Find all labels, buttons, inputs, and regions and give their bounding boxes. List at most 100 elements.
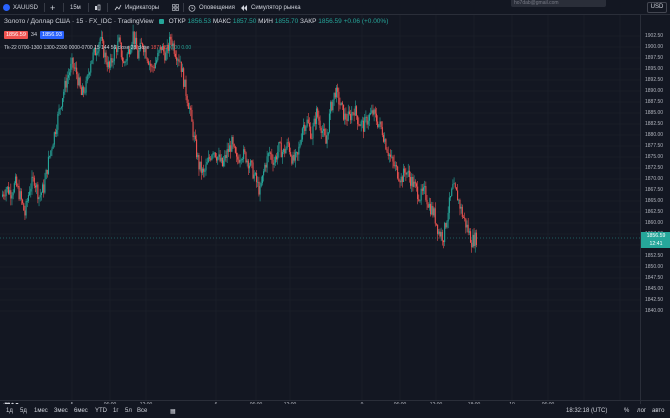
indicators-button[interactable]: Индикаторы — [114, 0, 159, 15]
candle-body — [165, 52, 167, 61]
candle-body — [324, 128, 326, 136]
quote-box: 1856.59 34 1856.93 — [4, 31, 64, 39]
layout-button[interactable] — [172, 0, 179, 15]
candle-body — [345, 113, 347, 120]
candle-body — [462, 216, 465, 218]
alerts-button[interactable]: Оповещения — [188, 0, 235, 15]
candle-body — [391, 156, 393, 158]
log-toggle[interactable]: лог — [637, 408, 646, 414]
candle-body — [382, 135, 385, 142]
candle-body — [104, 52, 106, 58]
range-button-6мес[interactable]: 6мес — [74, 408, 88, 414]
candle-body — [315, 108, 318, 125]
currency-button[interactable]: USD — [647, 2, 667, 13]
range-button-5д[interactable]: 5д — [20, 408, 27, 414]
candle-body — [101, 37, 104, 41]
candle-body — [233, 144, 235, 147]
candle-body — [310, 126, 312, 139]
range-button-Все[interactable]: Все — [137, 408, 147, 414]
candle-body — [105, 52, 107, 63]
candle-body — [183, 68, 185, 87]
sell-button[interactable]: 1856.59 — [4, 31, 28, 39]
candle-body — [359, 125, 361, 127]
percent-toggle[interactable]: % — [624, 408, 629, 414]
candle-body — [80, 87, 82, 96]
candle-body — [444, 223, 446, 243]
bar-countdown: 12:41 — [649, 241, 663, 247]
candle-body — [350, 113, 352, 121]
candle-body — [53, 132, 55, 145]
price-tick-label: 1900.00 — [645, 44, 664, 50]
candle-body — [387, 152, 389, 156]
gold-symbol-icon — [3, 4, 10, 11]
candle-body — [181, 68, 184, 72]
buy-button[interactable]: 1856.93 — [40, 31, 64, 39]
candle-body — [405, 172, 407, 175]
candle-body — [187, 102, 189, 109]
range-button-YTD[interactable]: YTD — [95, 408, 107, 414]
candle-body — [208, 157, 211, 159]
candle-body — [63, 91, 65, 99]
candle-body — [83, 86, 85, 93]
range-button-1мес[interactable]: 1мес — [34, 408, 48, 414]
candle-body — [62, 98, 64, 107]
open-label: ОТКР — [168, 18, 186, 25]
candle-body — [464, 217, 466, 219]
candle-body — [468, 231, 470, 233]
candle-body — [458, 199, 460, 201]
candle-body — [341, 102, 343, 105]
candlestick-chart[interactable] — [0, 15, 640, 400]
candle-body — [92, 52, 94, 61]
price-tick-label: 1850.00 — [645, 264, 664, 270]
candle-body — [124, 61, 126, 63]
price-tick-label: 1865.00 — [645, 198, 664, 204]
candle-body — [96, 53, 98, 56]
candle-body — [338, 91, 340, 105]
calendar-range-icon[interactable]: ▦ — [170, 408, 176, 415]
chart-type-button[interactable] — [94, 0, 101, 15]
divider — [107, 3, 108, 12]
candle-body — [210, 158, 212, 160]
rewind-icon — [241, 4, 247, 11]
candle-body — [152, 66, 154, 68]
candle-body — [164, 51, 166, 61]
candle-body — [241, 159, 243, 160]
last-price-value: 1856.59 — [646, 233, 666, 239]
candle-body — [71, 57, 73, 64]
range-button-1г[interactable]: 1г — [113, 408, 119, 414]
candle-body — [281, 151, 283, 158]
candle-body — [280, 142, 282, 158]
candle-body — [431, 206, 433, 215]
range-button-3мес[interactable]: 3мес — [54, 408, 68, 414]
candle-body — [260, 183, 262, 187]
candle-body — [472, 234, 474, 248]
open-value: 1856.53 — [187, 18, 212, 25]
candle-body — [106, 62, 108, 68]
range-button-5л[interactable]: 5л — [125, 408, 132, 414]
candle-body — [392, 156, 394, 162]
candle-body — [272, 159, 274, 165]
candle-body — [179, 61, 181, 63]
candle-body — [293, 154, 295, 161]
symbol-search[interactable]: XAUUSD — [3, 0, 38, 15]
replay-button[interactable]: Симулятор рынка — [240, 0, 301, 15]
auto-toggle[interactable]: авто — [652, 408, 664, 414]
candle-body — [270, 152, 272, 154]
candle-body — [261, 175, 263, 184]
candle-body — [236, 152, 238, 157]
clock-utc[interactable]: 18:32:18 (UTC) — [566, 408, 607, 414]
study-legend[interactable]: Tk-22 0700-1300 1300-2300 0000-0700 15 1… — [4, 45, 191, 51]
chart-pane[interactable] — [0, 15, 640, 400]
candle-body — [335, 87, 338, 98]
price-tick-label: 1842.50 — [645, 297, 664, 303]
candle-body — [227, 149, 229, 152]
candle-body — [138, 50, 140, 59]
price-axis[interactable]: 1902.50 1900.00 1897.50 1895.00 1892.50 1890.… — [640, 15, 670, 400]
interval-button[interactable]: 15м — [70, 0, 81, 15]
candle-body — [52, 144, 54, 149]
candle-body — [366, 116, 368, 125]
candle-body — [119, 37, 121, 43]
account-email[interactable]: ho7dab@gmail.com — [511, 0, 606, 7]
compare-button[interactable]: + — [50, 0, 55, 15]
range-button-1д[interactable]: 1д — [6, 408, 13, 414]
